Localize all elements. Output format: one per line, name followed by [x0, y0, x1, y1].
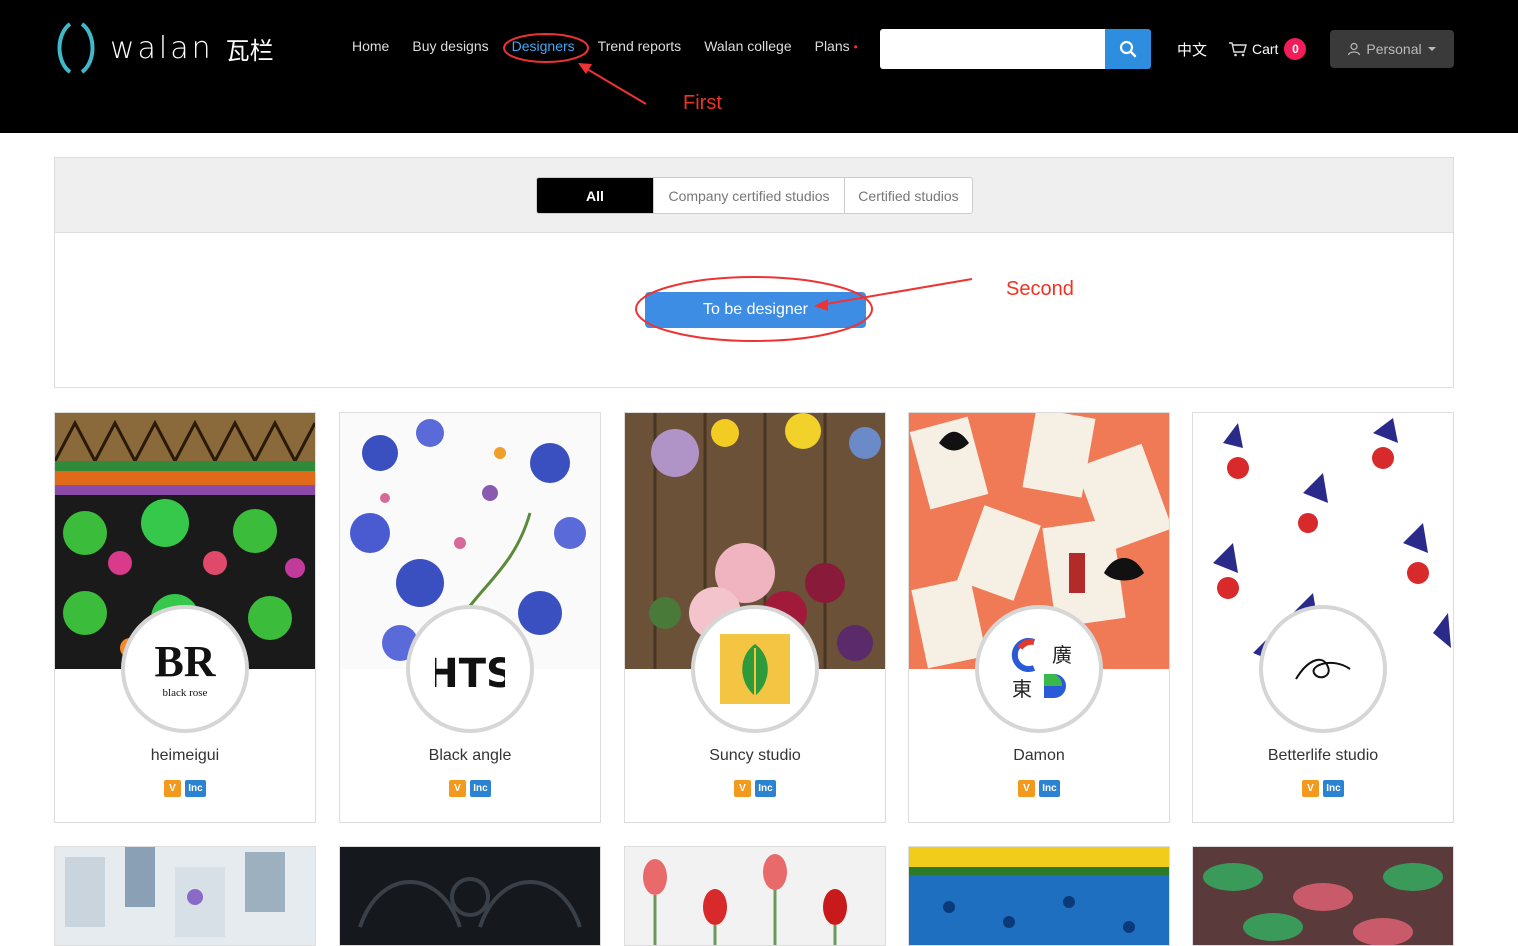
designer-avatar: HTS	[406, 605, 534, 733]
designer-badges: V Inc	[55, 780, 315, 797]
designer-avatar: BR black rose	[121, 605, 249, 733]
designer-avatar	[691, 605, 819, 733]
nav-plans[interactable]: Plans •	[815, 38, 858, 54]
designer-badges: V Inc	[340, 780, 600, 797]
designer-card[interactable]: HTS Black angle V Inc	[339, 412, 601, 823]
cart-link[interactable]: Cart 0	[1228, 38, 1307, 60]
annotation-second-label: Second	[1006, 278, 1074, 300]
hts-logo: HTS	[435, 651, 505, 697]
designer-card[interactable]: Betterlife studio V Inc	[1192, 412, 1454, 823]
designer-card[interactable]	[624, 846, 886, 946]
designer-cover-image	[909, 847, 1169, 945]
plans-dot-indicator: •	[853, 40, 858, 54]
annotation-first-marker	[503, 33, 647, 105]
svg-text:HTS: HTS	[435, 651, 505, 697]
designer-cover-image	[625, 847, 885, 945]
designer-cover-image	[1193, 847, 1453, 945]
designer-name: Suncy studio	[709, 747, 801, 764]
cd-logo: 廣 東	[1011, 638, 1072, 701]
svg-text:black rose: black rose	[163, 687, 208, 699]
designer-name: Betterlife studio	[1267, 747, 1379, 764]
svg-text:廣: 廣	[1052, 643, 1072, 667]
inc-badge: Inc	[1039, 780, 1060, 797]
designer-avatar: 廣 東	[975, 605, 1103, 733]
filter-tabs: All Company certified studios Certified …	[536, 177, 973, 214]
designer-name: Black angle	[428, 747, 512, 764]
language-switch[interactable]: 中文	[1177, 39, 1207, 60]
search-icon	[1119, 40, 1137, 58]
designer-cover-image	[55, 847, 315, 945]
tab-company-certified-studios[interactable]: Company certified studios	[654, 178, 845, 213]
user-icon	[1348, 42, 1361, 56]
designer-badges: V Inc	[625, 780, 885, 797]
annotation-second-marker	[635, 276, 973, 342]
designer-card[interactable]	[339, 846, 601, 946]
tab-certified-studios[interactable]: Certified studios	[845, 178, 972, 213]
svg-text:東: 東	[1012, 677, 1032, 701]
vip-badge: V	[449, 780, 466, 797]
cart-count-badge: 0	[1284, 38, 1307, 60]
betterlife-logo	[1295, 658, 1351, 680]
svg-text:BR: BR	[154, 637, 216, 686]
designer-avatar	[1259, 605, 1387, 733]
designer-card[interactable]: 廣 東 Damon V Inc	[908, 412, 1170, 823]
designer-card[interactable]: Suncy studio V Inc	[624, 412, 886, 823]
nav-plans-label: Plans	[814, 38, 850, 54]
designer-card[interactable]	[54, 846, 316, 946]
annotation-first-label: First	[683, 92, 722, 114]
black-rose-logo: BR black rose	[154, 637, 216, 699]
vip-badge: V	[734, 780, 751, 797]
designer-name: Damon	[1013, 747, 1065, 764]
filter-tabs-bar: All Company certified studios Certified …	[55, 158, 1453, 233]
personal-label: Personal	[1366, 41, 1422, 57]
top-navigation-bar: walan 瓦栏 Home Buy designs Designers Tren…	[0, 0, 1518, 133]
leaf-logo	[720, 634, 790, 704]
inc-badge: Inc	[1323, 780, 1344, 797]
personal-dropdown[interactable]: Personal	[1330, 30, 1454, 68]
designer-badges: V Inc	[1193, 780, 1453, 797]
vip-badge: V	[164, 780, 181, 797]
designer-card[interactable]: BR black rose heimeigui V Inc	[54, 412, 316, 823]
search-button[interactable]	[1105, 29, 1151, 69]
cart-label: Cart	[1252, 41, 1279, 57]
inc-badge: Inc	[185, 780, 206, 797]
designer-card[interactable]	[1192, 846, 1454, 946]
inc-badge: Inc	[470, 780, 491, 797]
designer-card[interactable]	[908, 846, 1170, 946]
designer-cover-image	[340, 847, 600, 945]
designer-badges: V Inc	[909, 780, 1169, 797]
cart-icon	[1229, 42, 1247, 57]
vip-badge: V	[1018, 780, 1035, 797]
tab-all[interactable]: All	[537, 178, 654, 213]
caret-down-icon	[1427, 47, 1436, 51]
search-input[interactable]	[880, 29, 1105, 69]
inc-badge: Inc	[755, 780, 776, 797]
vip-badge: V	[1302, 780, 1319, 797]
search-bar	[880, 29, 1151, 69]
designer-name: heimeigui	[150, 747, 220, 764]
